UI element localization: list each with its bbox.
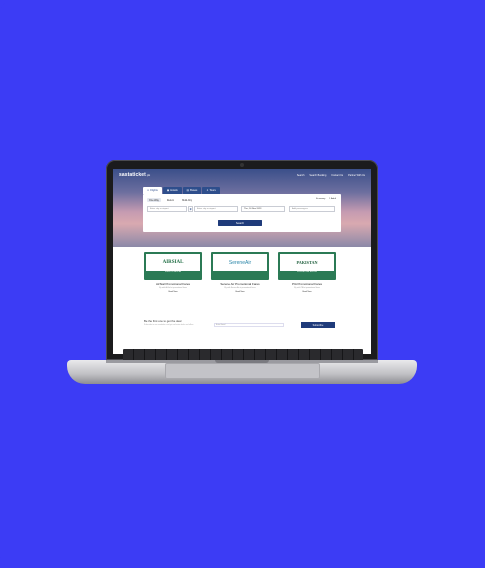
class-passenger-selector: Economy 1 Adult bbox=[316, 198, 336, 200]
tab-flights[interactable]: ✈ Flights bbox=[143, 187, 162, 194]
airline-logo: AIRSIAL bbox=[146, 254, 200, 271]
newsletter-section: Be the first one to get the deal Subscri… bbox=[144, 319, 340, 335]
from-city-input[interactable]: Enter city or airport bbox=[147, 206, 187, 212]
tab-tours[interactable]: ✦ Tours bbox=[202, 187, 220, 194]
tab-label: Tours bbox=[209, 189, 216, 192]
subscribe-button[interactable]: Subscribe bbox=[301, 322, 335, 328]
tab-label: Hotels bbox=[170, 189, 178, 192]
plane-icon: ✈ bbox=[147, 189, 150, 192]
promo-title: Serene Air Promotional Fares bbox=[220, 282, 260, 286]
site-logo[interactable]: sastaticket.pk bbox=[119, 172, 150, 178]
flight-search-form: One Way Return Multi-City Economy 1 Adul… bbox=[143, 194, 341, 232]
top-nav-links: Search Search Booking Contact Us Partner… bbox=[297, 174, 365, 177]
promo-title: PIA Promotional Fares bbox=[291, 282, 322, 286]
passengers-input[interactable]: Add passengers bbox=[289, 206, 335, 212]
top-navbar: sastaticket.pk Search Search Booking Con… bbox=[113, 169, 371, 181]
logo-suffix: .pk bbox=[145, 173, 151, 177]
promo-description: Fly with Serene Air at promotional fares bbox=[224, 287, 256, 289]
laptop-trackpad bbox=[165, 363, 320, 379]
promo-image: SereneAir bbox=[211, 252, 269, 280]
nav-link-search[interactable]: Search bbox=[297, 174, 305, 177]
book-now-button[interactable]: Book Now bbox=[211, 291, 269, 293]
trip-type-multi-city[interactable]: Multi-City bbox=[180, 198, 194, 202]
promo-card-airsial[interactable]: AIRSIAL WINGS OF PAKISTAN AirSial Promot… bbox=[144, 252, 202, 293]
tab-hotels[interactable]: ▣ Hotels bbox=[162, 187, 182, 194]
nav-link-contact[interactable]: Contact Us bbox=[331, 174, 343, 177]
passenger-count-dropdown[interactable]: 1 Adult bbox=[329, 198, 336, 200]
bus-icon: ▤ bbox=[186, 189, 190, 192]
promo-card-sereneair[interactable]: SereneAir Serene Air Promotional Fares F… bbox=[211, 252, 269, 293]
to-city-input[interactable]: Enter city or airport bbox=[194, 206, 238, 212]
search-button[interactable]: Search bbox=[218, 220, 262, 226]
tab-label: Buses bbox=[190, 189, 198, 192]
departure-date-input[interactable]: Thu, 16 Nov 2023 bbox=[241, 206, 285, 212]
nav-link-search-booking[interactable]: Search Booking bbox=[309, 174, 326, 177]
tab-label: Flights bbox=[150, 189, 158, 192]
promo-image: AIRSIAL WINGS OF PAKISTAN bbox=[144, 252, 202, 280]
promo-title: AirSial Promotional Fares bbox=[155, 282, 190, 286]
camera-icon bbox=[240, 163, 244, 167]
tab-buses[interactable]: ▤ Buses bbox=[182, 187, 202, 194]
brand-text: AIRSIAL bbox=[162, 260, 184, 265]
laptop-screen: sastaticket.pk Search Search Booking Con… bbox=[113, 169, 371, 354]
brand-text: SereneAir bbox=[228, 259, 252, 266]
newsletter-email-input[interactable]: Enter Email bbox=[214, 323, 284, 327]
promo-description: Fly with AirSial at promotional fares bbox=[158, 287, 188, 289]
hero-banner: sastaticket.pk Search Search Booking Con… bbox=[113, 169, 371, 247]
book-now-button[interactable]: Book Now bbox=[278, 291, 336, 293]
nav-link-partner[interactable]: Partner With Us bbox=[348, 174, 365, 177]
laptop-lid: sastaticket.pk Search Search Booking Con… bbox=[106, 160, 378, 360]
promo-card-pia[interactable]: PAKISTAN INTERNATIONAL AIRLINES PIA Prom… bbox=[278, 252, 336, 293]
search-tabs: ✈ Flights ▣ Hotels ▤ Buses ✦ Tours bbox=[143, 187, 220, 194]
trip-type-selector: One Way Return Multi-City bbox=[147, 198, 194, 202]
cabin-class-dropdown[interactable]: Economy bbox=[316, 198, 325, 200]
airline-logo: PAKISTAN bbox=[280, 254, 334, 271]
brand-text: PAKISTAN bbox=[296, 260, 318, 265]
book-now-button[interactable]: Book Now bbox=[144, 291, 202, 293]
trip-type-one-way[interactable]: One Way bbox=[147, 198, 161, 202]
logo-text: sastaticket bbox=[119, 172, 146, 178]
brand-tagline: INTERNATIONAL AIRLINES bbox=[296, 272, 318, 273]
brand-tagline: WINGS OF PAKISTAN bbox=[164, 272, 182, 273]
trip-type-return[interactable]: Return bbox=[165, 198, 176, 202]
hotel-icon: ▣ bbox=[166, 189, 170, 192]
promo-image: PAKISTAN INTERNATIONAL AIRLINES bbox=[278, 252, 336, 280]
tour-icon: ✦ bbox=[206, 189, 209, 192]
promo-description: Fly with PIA at promotional fares bbox=[294, 287, 320, 289]
airline-logo: SereneAir bbox=[213, 254, 267, 271]
promo-cards: AIRSIAL WINGS OF PAKISTAN AirSial Promot… bbox=[144, 252, 336, 293]
swap-icon[interactable]: ⇄ bbox=[188, 206, 193, 212]
